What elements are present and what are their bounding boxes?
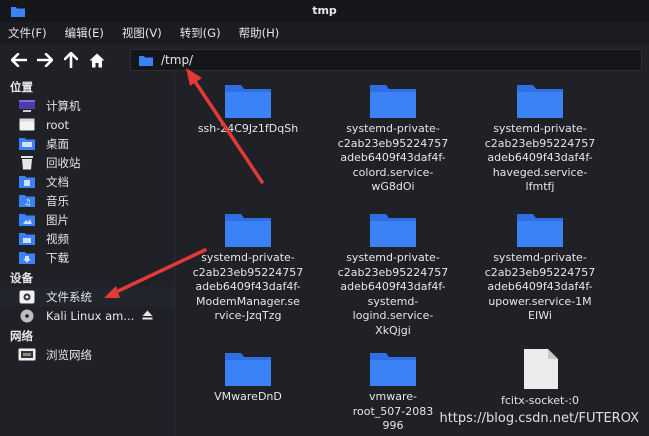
file-name: systemd-private-c2ab23eb95224757 adeb6409… xyxy=(337,251,449,337)
file-name: VMwareDnD xyxy=(214,390,282,403)
menu-edit[interactable]: 编辑(E) xyxy=(63,25,106,41)
trash-icon xyxy=(18,156,36,170)
sidebar-item-music[interactable]: ♫ 音乐 xyxy=(0,191,174,210)
watermark: https://blog.csdn.net/FUTEROX xyxy=(439,411,639,426)
window-title: tmp xyxy=(312,4,337,17)
sidebar-item-computer[interactable]: 计算机 xyxy=(0,96,174,115)
title-bar: tmp xyxy=(0,0,649,22)
music-folder-icon: ♫ xyxy=(18,194,36,208)
sidebar-item-documents[interactable]: 文档 xyxy=(0,172,174,191)
file-name: systemd-private-c2ab23eb95224757 adeb6409… xyxy=(192,251,304,322)
downloads-folder-icon xyxy=(18,251,36,265)
folder-icon xyxy=(517,85,563,118)
section-heading-devices: 设备 xyxy=(10,271,33,285)
home-folder-icon xyxy=(18,118,36,132)
sidebar-item-filesystem[interactable]: 文件系统 xyxy=(0,287,174,306)
documents-folder-icon xyxy=(18,175,36,189)
folder-icon xyxy=(225,353,271,386)
file-view: ssh-24C9Jz1fDqSh systemd-private-c2ab23e… xyxy=(176,76,649,436)
menu-bar: 文件(F) 编辑(E) 视图(V) 转到(G) 帮助(H) xyxy=(0,22,649,44)
arrow-up-icon xyxy=(64,52,78,68)
file-name: fcitx-socket-:0 xyxy=(500,394,579,407)
file-item-folder[interactable]: VMwareDnD xyxy=(178,350,318,405)
file-item-folder[interactable]: systemd-private-c2ab23eb95224757 adeb6409… xyxy=(178,211,318,324)
file-item-folder[interactable]: systemd-private-c2ab23eb95224757 adeb6409… xyxy=(323,82,463,195)
sidebar-item-label: 文件系统 xyxy=(46,289,92,304)
section-heading-places: 位置 xyxy=(10,80,33,94)
file-name: ssh-24C9Jz1fDqSh xyxy=(197,122,299,135)
sidebar-item-videos[interactable]: 视频 xyxy=(0,229,174,248)
menu-view[interactable]: 视图(V) xyxy=(120,25,164,41)
folder-icon xyxy=(370,214,416,247)
up-button[interactable] xyxy=(60,49,82,71)
sidebar-item-label: 视频 xyxy=(46,231,69,246)
menu-go[interactable]: 转到(G) xyxy=(178,25,223,41)
back-button[interactable] xyxy=(8,49,30,71)
sidebar-item-label: root xyxy=(46,117,70,132)
eject-icon[interactable] xyxy=(142,309,153,323)
disc-icon xyxy=(18,309,36,323)
file-name: systemd-private-c2ab23eb95224757 adeb6409… xyxy=(484,251,596,322)
sidebar-item-label: 回收站 xyxy=(46,155,81,170)
forward-button[interactable] xyxy=(34,49,56,71)
menu-file[interactable]: 文件(F) xyxy=(6,25,49,41)
file-item-folder[interactable]: systemd-private-c2ab23eb95224757 adeb6409… xyxy=(470,82,610,195)
sidebar-item-label: 浏览网络 xyxy=(46,347,92,362)
folder-icon xyxy=(139,55,153,66)
folder-icon xyxy=(370,353,416,386)
folder-icon xyxy=(225,214,271,247)
pictures-folder-icon xyxy=(18,213,36,227)
sidebar-item-kali-disc[interactable]: Kali Linux am... xyxy=(0,306,174,325)
location-path[interactable]: /tmp/ xyxy=(161,53,193,67)
home-icon xyxy=(89,53,105,67)
sidebar-item-label: 计算机 xyxy=(46,98,81,113)
videos-folder-icon xyxy=(18,232,36,246)
sidebar-item-downloads[interactable]: 下载 xyxy=(0,248,174,267)
sidebar: 位置 计算机 root 桌面 回收站 文档 ♫ 音乐 图片 视频 下载 设备 文… xyxy=(0,76,175,436)
folder-icon xyxy=(370,85,416,118)
svg-text:♫: ♫ xyxy=(24,198,31,207)
sidebar-item-label: 文档 xyxy=(46,174,69,189)
computer-icon xyxy=(18,99,36,113)
sidebar-item-label: Kali Linux am... xyxy=(46,308,135,323)
file-name: systemd-private-c2ab23eb95224757 adeb6409… xyxy=(484,122,596,193)
drive-icon xyxy=(18,290,36,304)
sidebar-item-browse-network[interactable]: 浏览网络 xyxy=(0,345,174,364)
file-name: systemd-private-c2ab23eb95224757 adeb6409… xyxy=(337,122,449,193)
file-item-file[interactable]: fcitx-socket-:0 xyxy=(470,348,610,409)
file-item-folder[interactable]: systemd-private-c2ab23eb95224757 adeb6409… xyxy=(323,211,463,338)
sidebar-item-label: 图片 xyxy=(46,212,69,227)
sidebar-item-label: 音乐 xyxy=(46,193,69,208)
network-icon xyxy=(18,348,36,362)
toolbar: /tmp/ xyxy=(0,44,649,76)
sidebar-item-desktop[interactable]: 桌面 xyxy=(0,134,174,153)
section-heading-network: 网络 xyxy=(10,329,33,343)
sidebar-item-pictures[interactable]: 图片 xyxy=(0,210,174,229)
menu-help[interactable]: 帮助(H) xyxy=(237,25,282,41)
file-item-folder[interactable]: systemd-private-c2ab23eb95224757 adeb6409… xyxy=(470,211,610,324)
location-bar[interactable]: /tmp/ xyxy=(130,49,642,71)
sidebar-item-label: 下载 xyxy=(46,250,69,265)
arrow-right-icon xyxy=(37,53,53,67)
folder-icon xyxy=(225,85,271,118)
folder-icon xyxy=(517,214,563,247)
sidebar-item-root[interactable]: root xyxy=(0,115,174,134)
document-icon xyxy=(524,349,558,389)
sidebar-item-trash[interactable]: 回收站 xyxy=(0,153,174,172)
arrow-left-icon xyxy=(11,53,27,67)
desktop-folder-icon xyxy=(18,137,36,151)
sidebar-item-label: 桌面 xyxy=(46,136,69,151)
file-item-folder[interactable]: ssh-24C9Jz1fDqSh xyxy=(178,82,318,137)
home-button[interactable] xyxy=(86,49,108,71)
